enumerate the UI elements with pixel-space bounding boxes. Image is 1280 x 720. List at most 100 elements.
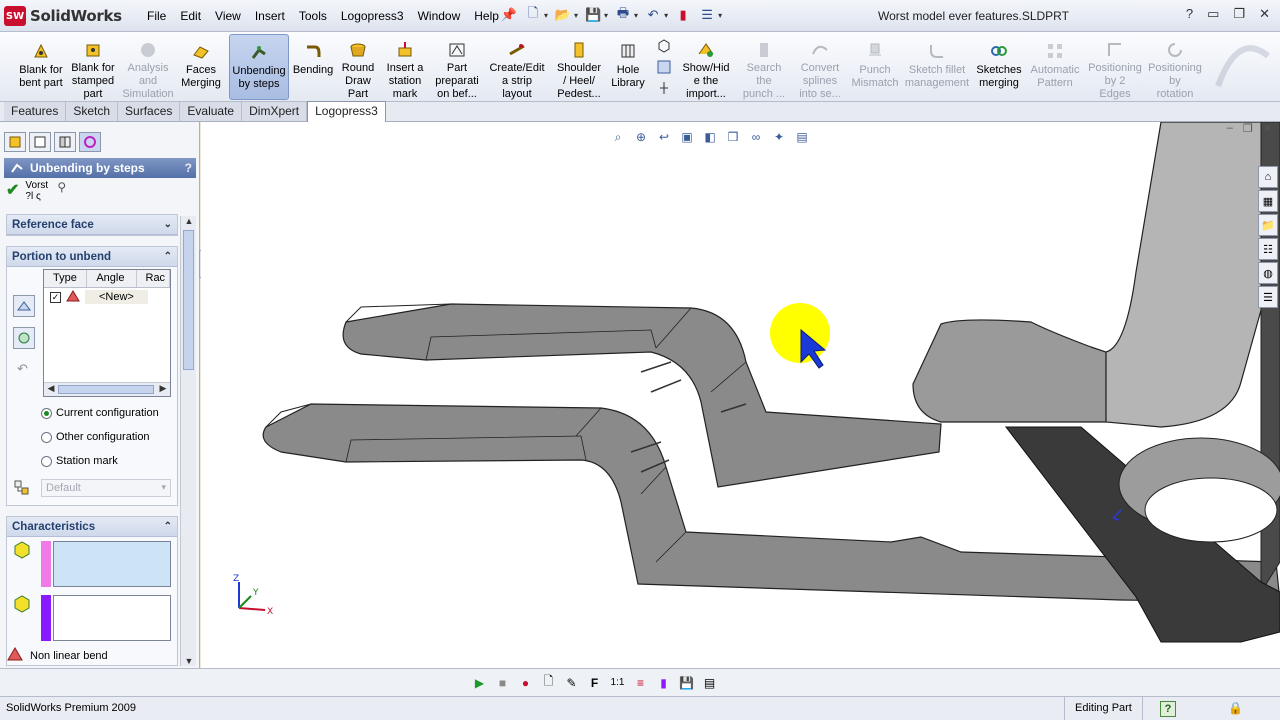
appearances-icon[interactable]: ◍ (1258, 262, 1278, 284)
non-linear-bend-row[interactable]: Non linear bend (6, 646, 108, 665)
cmd-blank-bent-part[interactable]: Blank for bent part (14, 34, 68, 100)
cmd-blank-stamped-part[interactable]: Blank for stamped part (68, 34, 118, 100)
cmd-unbending-by-steps[interactable]: Unbending by steps (229, 34, 289, 100)
scroll-up-icon[interactable]: ▲ (181, 216, 197, 226)
menu-insert[interactable]: Insert (248, 8, 292, 24)
configuration-select[interactable]: Default ▾ (41, 479, 171, 497)
property-manager-help-icon[interactable]: ? (185, 161, 192, 175)
characteristics-title[interactable]: Characteristics ⌃ (7, 517, 177, 537)
save-icon[interactable]: 💾 (584, 6, 602, 24)
pushpin-icon[interactable]: ⚲ (57, 180, 66, 194)
solidworks-logo[interactable]: SW SolidWorks (4, 5, 124, 27)
font-icon[interactable]: F (585, 673, 604, 692)
cmd-convert-splines[interactable]: Convert splines into se... (794, 34, 846, 100)
file-explorer-icon[interactable]: 📁 (1258, 214, 1278, 236)
cmd-insert-station-mark[interactable]: Insert a station mark (384, 34, 426, 100)
tab-logopress3[interactable]: Logopress3 (307, 101, 386, 123)
column-type[interactable]: Type (44, 270, 88, 287)
cmd-automatic-pattern[interactable]: Automatic Pattern (1028, 34, 1082, 100)
scrollbar-thumb[interactable] (183, 230, 194, 370)
zoom-to-fit-icon[interactable]: ⌕ (609, 128, 627, 146)
portion-to-unbend-title[interactable]: Portion to unbend ⌃ (7, 247, 177, 267)
menu-window[interactable]: Window (411, 8, 468, 24)
chevron-down-icon[interactable]: ▾ (161, 482, 166, 493)
view-palette-icon[interactable]: ☷ (1258, 238, 1278, 260)
cmd-bending[interactable]: Bending (292, 34, 334, 100)
restore-icon[interactable]: ❐ (1233, 6, 1245, 22)
open-folder-icon[interactable]: 📂 (554, 6, 572, 24)
one-to-one-icon[interactable]: 1:1 (608, 673, 627, 692)
characteristic-field-2[interactable] (53, 595, 171, 641)
bend-list[interactable]: Type Angle Rac ✓ <New> ◀ ▶ (43, 269, 171, 397)
minimize-icon[interactable]: ▭ (1207, 6, 1219, 22)
new-macro-icon[interactable]: 🗋 (539, 673, 558, 692)
undo-dropdown-icon[interactable]: ▾ (664, 11, 668, 20)
cmd-hole-library[interactable]: Hole Library (608, 34, 648, 100)
scroll-right-icon[interactable]: ▶ (156, 383, 170, 394)
property-manager-tab-icon[interactable] (29, 132, 51, 152)
cmd-show-hide-import[interactable]: Show/Hid e the import... (680, 34, 732, 100)
close-icon[interactable]: ✕ (1263, 122, 1272, 135)
chevron-up-icon[interactable]: ⌃ (164, 521, 172, 532)
display-style-icon[interactable]: ❒ (724, 128, 742, 146)
tab-evaluate[interactable]: Evaluate (180, 102, 243, 121)
minimize-icon[interactable]: – (1227, 122, 1233, 135)
refresh-button[interactable] (13, 327, 35, 349)
color-stack-icon[interactable]: ≡ (631, 673, 650, 692)
rebuild-status-icon[interactable]: 🔒 (1228, 701, 1243, 715)
zoom-to-area-icon[interactable]: ⊕ (632, 128, 650, 146)
previous-view-icon[interactable]: ↩ (655, 128, 673, 146)
save-dropdown-icon[interactable]: ▾ (604, 11, 608, 20)
rebuild-traffic-light-icon[interactable]: ▮ (674, 6, 692, 24)
cmd-part-preparation[interactable]: Part preparati on bef... (432, 34, 482, 100)
menu-tools[interactable]: Tools (292, 8, 334, 24)
list-item[interactable]: ✓ <New> (44, 288, 170, 306)
chevron-down-icon[interactable]: ⌄ (164, 219, 172, 230)
edit-appearance-icon[interactable]: ✦ (770, 128, 788, 146)
radio-dot[interactable] (41, 407, 52, 419)
ok-checkmark-icon[interactable]: ✔ (6, 180, 19, 200)
undo-icon[interactable]: ↶ (17, 361, 28, 377)
menu-edit[interactable]: Edit (173, 8, 208, 24)
macro-options-icon[interactable]: ▤ (700, 673, 719, 692)
hide-show-items-icon[interactable]: ∞ (747, 128, 765, 146)
cmd-sketches-merging[interactable]: Sketches merging (974, 34, 1024, 100)
chevron-up-icon[interactable]: ⌃ (164, 251, 172, 262)
row-checkbox[interactable]: ✓ (50, 291, 61, 303)
new-dropdown-icon[interactable]: ▾ (544, 11, 548, 20)
configuration-manager-tab-icon[interactable] (54, 132, 76, 152)
scroll-left-icon[interactable]: ◀ (44, 383, 58, 394)
custom-properties-icon[interactable]: ☰ (1258, 286, 1278, 308)
cmd-faces-merging[interactable]: Faces Merging (178, 34, 224, 100)
run-macro-icon[interactable]: ▶ (470, 673, 489, 692)
cmd-analysis-simulation[interactable]: Analysis and Simulation (122, 34, 174, 100)
horizontal-scrollbar[interactable]: ◀ ▶ (44, 382, 170, 396)
tab-sketch[interactable]: Sketch (66, 102, 119, 121)
pin-icon[interactable]: 📌 (500, 6, 518, 24)
model-canvas[interactable] (201, 122, 1280, 668)
status-help-icon[interactable]: ? (1160, 701, 1176, 717)
cmd-create-edit-strip-layout[interactable]: Create/Edit a strip layout (486, 34, 548, 100)
color-bars-icon[interactable]: ▮ (654, 673, 673, 692)
tab-features[interactable]: Features (4, 102, 67, 121)
section-view-icon[interactable]: ▣ (678, 128, 696, 146)
menu-logopress3[interactable]: Logopress3 (334, 8, 411, 24)
cmd-punch-mismatch[interactable]: Punch Mismatch (851, 34, 899, 100)
new-row-value[interactable]: <New> (85, 290, 148, 304)
save-macro-icon[interactable]: 💾 (677, 673, 696, 692)
print-icon[interactable]: 🖶 (614, 5, 632, 24)
cmd-round-draw-part[interactable]: Round Draw Part (338, 34, 378, 100)
design-library-icon[interactable]: ▦ (1258, 190, 1278, 212)
scroll-down-icon[interactable]: ▼ (181, 656, 197, 666)
tab-surfaces[interactable]: Surfaces (118, 102, 181, 121)
options-dropdown-icon[interactable]: ▾ (718, 11, 722, 20)
menu-view[interactable]: View (208, 8, 248, 24)
stop-macro-icon[interactable]: ■ (493, 673, 512, 692)
record-macro-icon[interactable]: ● (516, 673, 535, 692)
characteristic-field-1[interactable] (53, 541, 171, 587)
feature-tree-tab-icon[interactable] (4, 132, 26, 152)
graphics-viewport[interactable]: ⌕ ⊕ ↩ ▣ ◧ ❒ ∞ ✦ ▤ – ❐ ✕ ⌂ ▦ 📁 ☷ ◍ ☰ Z Y … (201, 122, 1280, 668)
tab-dimxpert[interactable]: DimXpert (242, 102, 308, 121)
scrollbar-thumb[interactable] (58, 385, 154, 394)
close-icon[interactable]: ✕ (1259, 6, 1270, 22)
